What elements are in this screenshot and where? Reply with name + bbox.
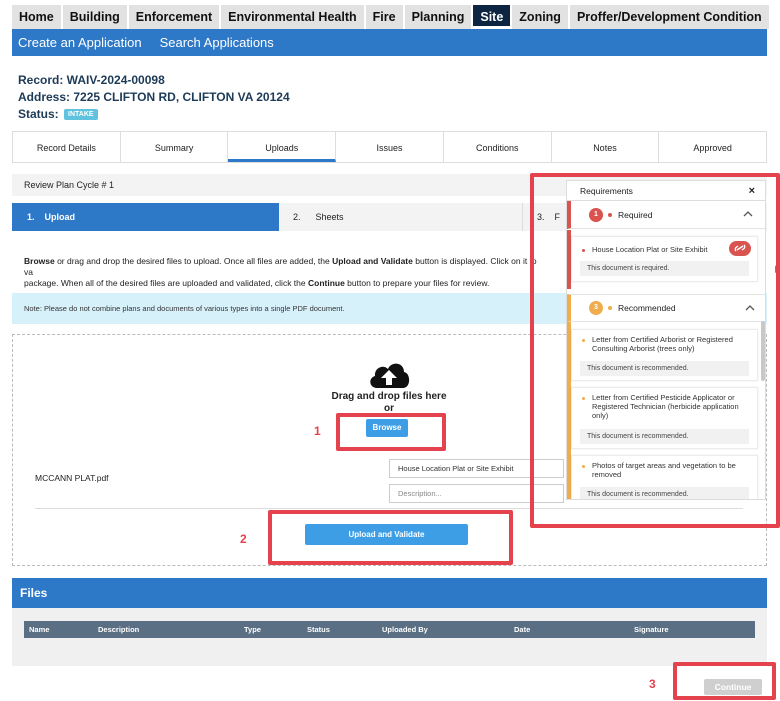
record-tabs: Record Details Summary Uploads Issues Co…	[12, 131, 767, 163]
tab-fire[interactable]: Fire	[365, 5, 403, 29]
instr-text: or drag and drop the desired files to up…	[54, 256, 333, 266]
top-nav: Home Building Enforcement Environmental …	[12, 5, 771, 29]
record-address: Address: 7225 CLIFTON RD, CLIFTON VA 201…	[18, 90, 290, 104]
search-applications-link[interactable]: Search Applications	[160, 35, 274, 50]
status-label: Status:	[18, 107, 59, 121]
step-upload[interactable]: 1. Upload	[12, 203, 279, 231]
tab-issues[interactable]: Issues	[336, 132, 444, 162]
sub-nav-bar: Create an Application Search Application…	[12, 29, 767, 56]
col-signature: Signature	[634, 625, 669, 634]
col-status: Status	[307, 625, 330, 634]
tab-uploads[interactable]: Uploads	[228, 132, 337, 162]
status-badge: INTAKE	[64, 109, 98, 120]
record-number: Record: WAIV-2024-00098	[18, 73, 165, 87]
col-name: Name	[29, 625, 50, 634]
tab-home[interactable]: Home	[12, 5, 61, 29]
callout-box-upload	[268, 510, 513, 565]
files-heading: Files	[12, 578, 767, 608]
tab-site[interactable]: Site	[473, 5, 511, 29]
callout-box-continue	[673, 662, 776, 700]
instr-text: button to prepare your files for review.	[344, 278, 490, 288]
tab-summary[interactable]: Summary	[121, 132, 229, 162]
drag-drop-text: Drag and drop files here	[331, 391, 447, 402]
tab-zoning[interactable]: Zoning	[512, 5, 568, 29]
step-sheets[interactable]: 2. Sheets	[279, 203, 523, 231]
instr-browse: Browse	[24, 256, 55, 266]
callout-number-3: 3	[649, 677, 656, 691]
tab-notes[interactable]: Notes	[552, 132, 660, 162]
col-type: Type	[244, 625, 261, 634]
upload-instructions: Browse or drag and drop the desired file…	[24, 256, 544, 289]
callout-number-1: 1	[314, 424, 321, 438]
callout-box-browse	[336, 413, 446, 451]
instr-continue: Continue	[307, 278, 345, 288]
callout-box-requirements	[530, 173, 780, 528]
col-date: Date	[514, 625, 531, 634]
step-label: Upload	[44, 212, 76, 222]
create-application-link[interactable]: Create an Application	[18, 35, 142, 50]
tab-planning[interactable]: Planning	[404, 5, 472, 29]
col-uploaded-by: Uploaded By	[382, 625, 428, 634]
cloud-upload-icon	[367, 358, 411, 390]
tab-enforcement[interactable]: Enforcement	[128, 5, 220, 29]
tab-record-details[interactable]: Record Details	[13, 132, 121, 162]
record-status: Status: INTAKE	[18, 107, 98, 121]
tab-building[interactable]: Building	[62, 5, 127, 29]
col-description: Description	[98, 625, 140, 634]
tab-proffer[interactable]: Proffer/Development Condition	[569, 5, 769, 29]
files-table-header: Name Description Type Status Uploaded By…	[24, 621, 755, 638]
tab-environmental-health[interactable]: Environmental Health	[221, 5, 364, 29]
tab-conditions[interactable]: Conditions	[444, 132, 552, 162]
callout-number-2: 2	[240, 532, 247, 546]
files-panel: Files Name Description Type Status Uploa…	[12, 578, 767, 666]
instr-text: package. When all of the desired files a…	[24, 278, 308, 288]
instr-upload: Upload and Validate	[332, 256, 413, 266]
step-number: 1.	[27, 212, 35, 222]
tab-approved[interactable]: Approved	[659, 132, 766, 162]
step-label: Sheets	[315, 212, 344, 222]
file-name: MCCANN PLAT.pdf	[35, 473, 109, 483]
step-number: 2.	[293, 212, 301, 222]
